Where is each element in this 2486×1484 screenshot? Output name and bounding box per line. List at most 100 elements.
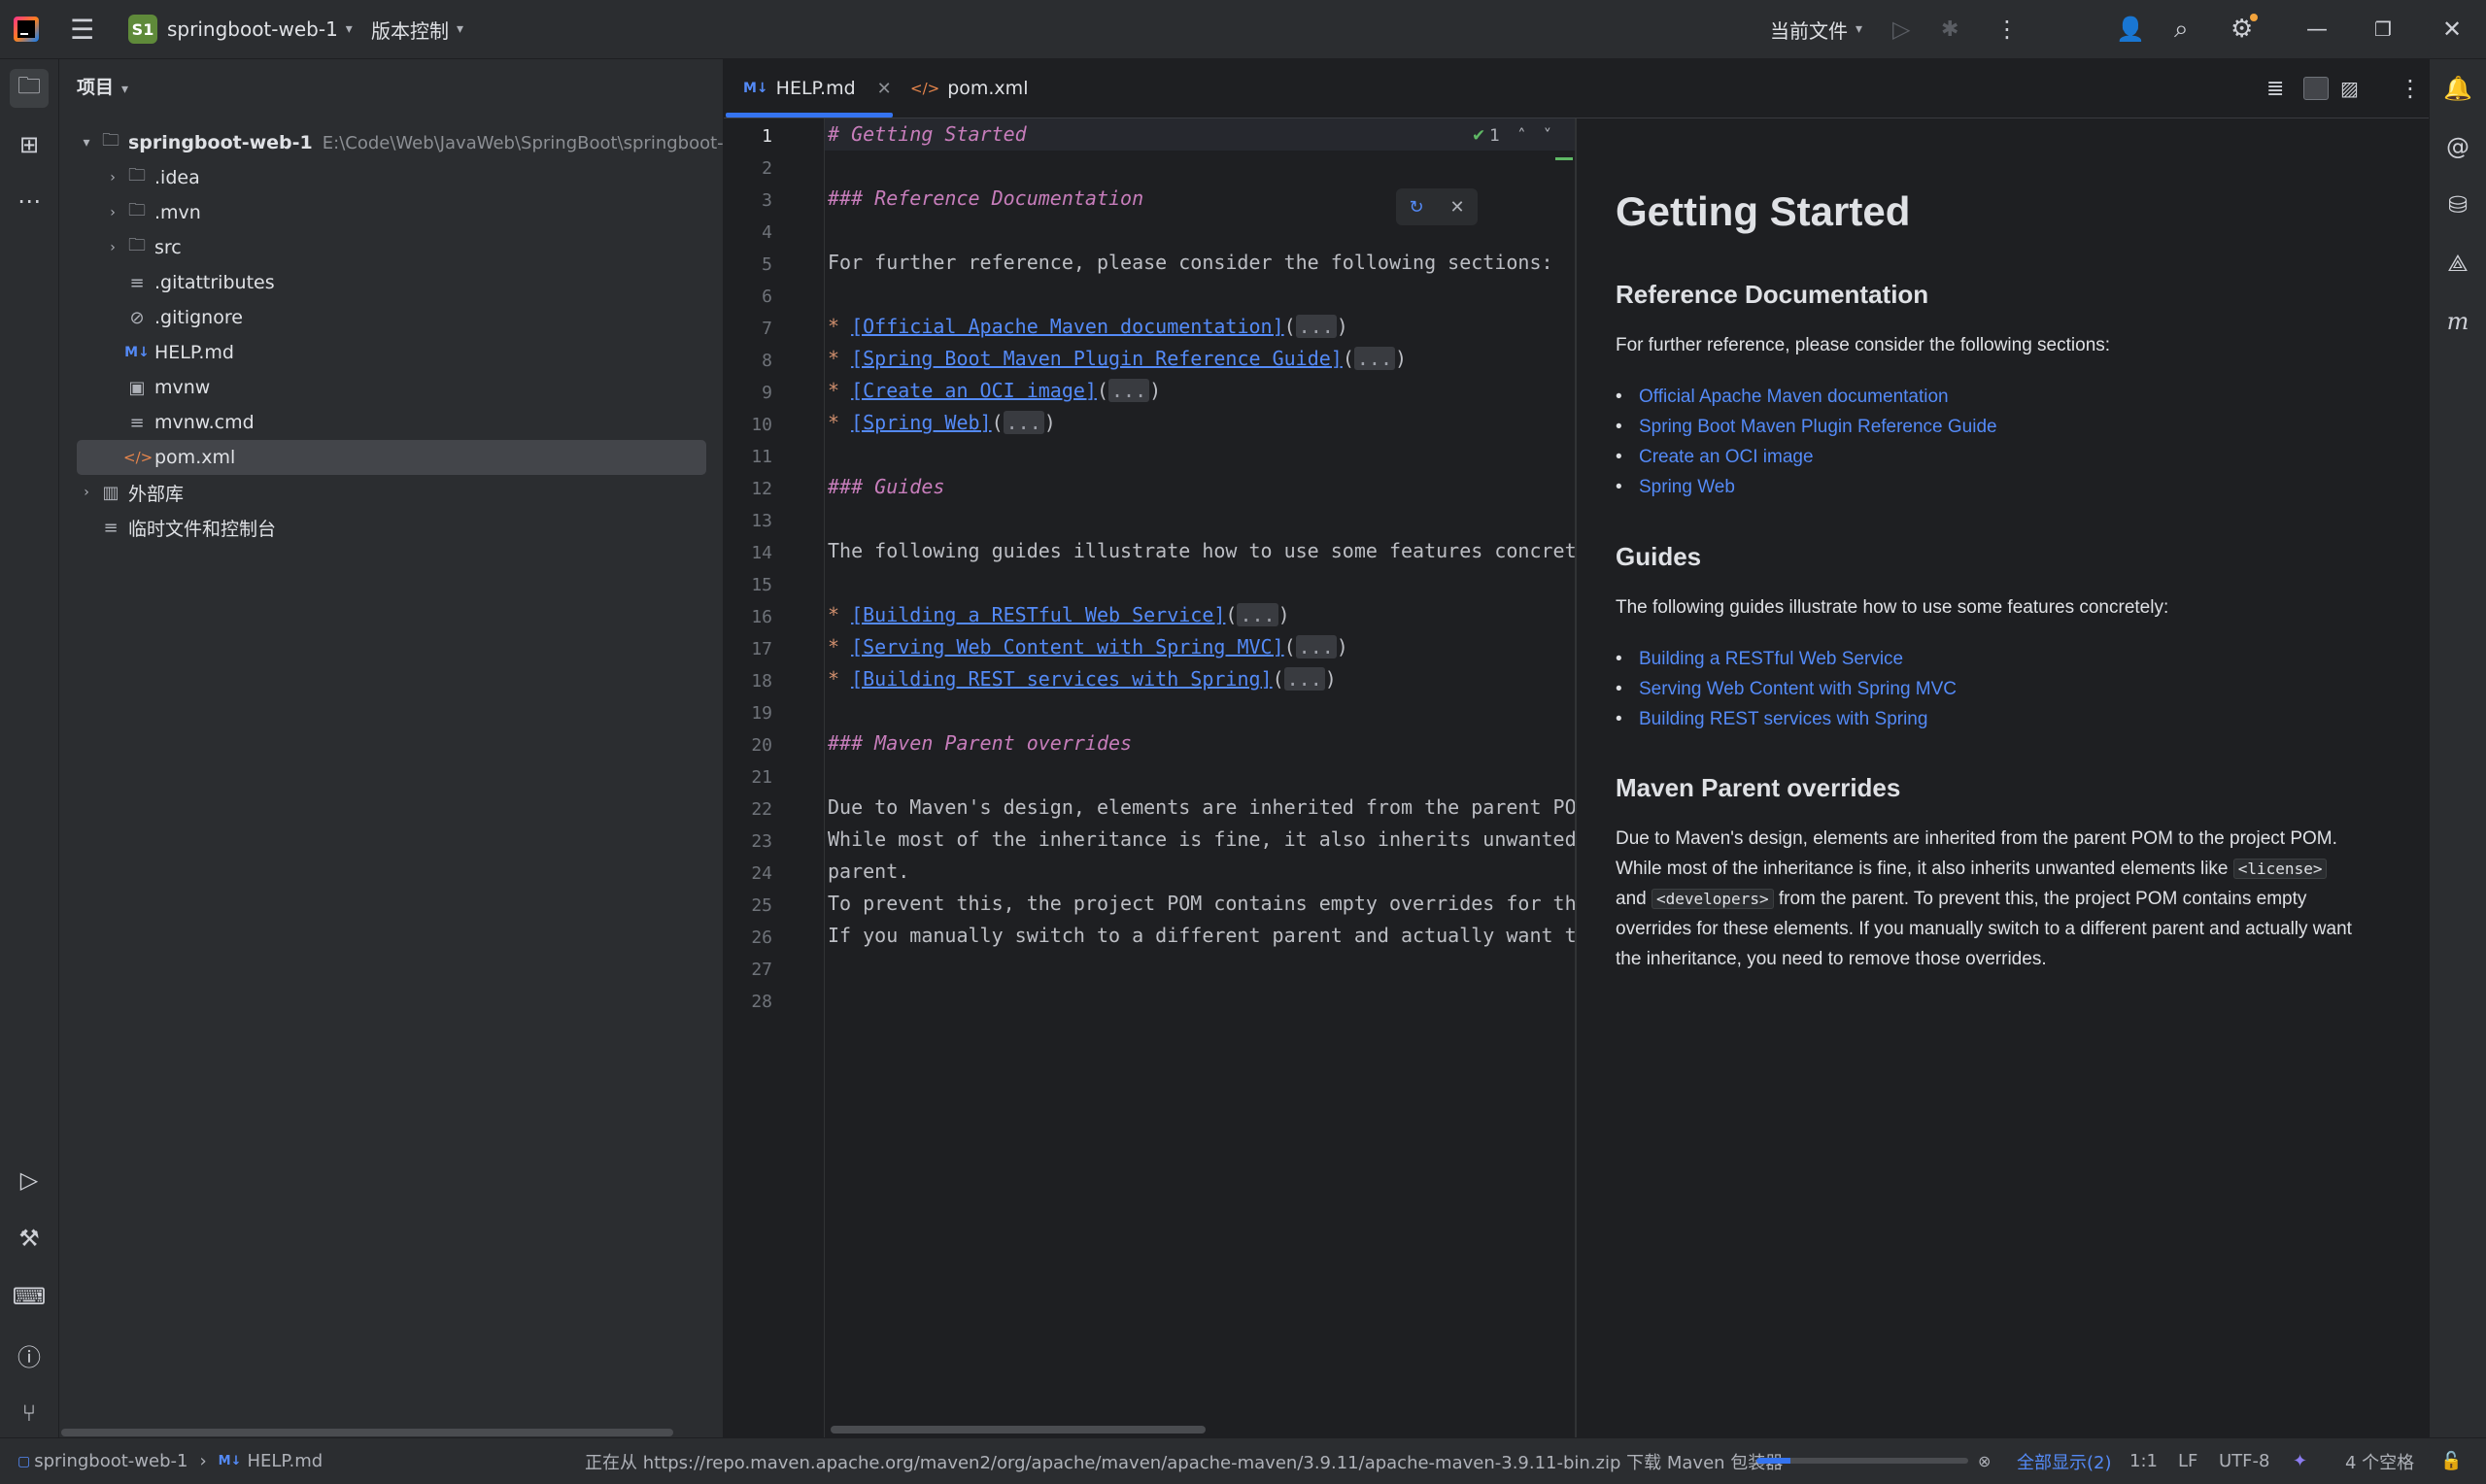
markdown-preview: Getting Started Reference Documentation … (1577, 118, 2429, 1437)
breadcrumb[interactable]: ▢ springboot-web-1 › M↓ HELP.md (17, 1438, 323, 1484)
horizontal-scrollbar[interactable] (61, 1429, 673, 1436)
more-icon[interactable]: ⋮ (2399, 59, 2422, 118)
split-view-icon[interactable] (2303, 59, 2329, 118)
close-tab-icon[interactable]: ✕ (877, 79, 892, 99)
minimize-icon[interactable]: — (2306, 0, 2328, 58)
structure-icon[interactable]: ⊞ (10, 125, 49, 164)
run-config-selector[interactable]: 当前文件 ▾ (1770, 0, 1862, 58)
project-switcher[interactable]: S1 springboot-web-1 ▾ (128, 0, 353, 58)
notifications-bell-icon[interactable]: 🔔 (2438, 69, 2477, 108)
editor-tab-bar: M↓ HELP.md ✕ </> pom.xml ≣ ▨ ⋮ (724, 59, 2429, 118)
chevron-right-icon: › (199, 1451, 207, 1471)
tab-pom-xml[interactable]: </> pom.xml (910, 59, 1028, 118)
project-tool-folder-icon[interactable]: 🗀 (10, 69, 49, 108)
ai-assistant-icon[interactable]: @ (2438, 127, 2477, 166)
preview-link[interactable]: Spring Boot Maven Plugin Reference Guide (1616, 417, 1997, 438)
more-icon[interactable]: ⋮ (1995, 0, 2019, 58)
preview-link[interactable]: Create an OCI image (1616, 447, 1813, 468)
markdown-icon: M↓ (743, 81, 768, 96)
tree-item-idea[interactable]: › 🗀 .idea (102, 160, 200, 195)
preview-link[interactable]: Building REST services with Spring (1616, 709, 1927, 730)
background-task-text[interactable]: 正在从 https://repo.maven.apache.org/maven2… (585, 1438, 1783, 1484)
app-logo-icon[interactable] (14, 0, 39, 58)
tab-help-md[interactable]: M↓ HELP.md ✕ (743, 59, 892, 118)
code-line-26: If you manually switch to a different pa… (828, 924, 1575, 947)
tree-item-gitattributes[interactable]: ≡ .gitattributes (123, 265, 274, 300)
chevron-right-icon[interactable]: › (102, 170, 123, 186)
preview-link[interactable]: Official Apache Maven documentation (1616, 387, 1949, 408)
tree-item-src[interactable]: › 🗀 src (102, 230, 182, 265)
line-number: 24 (751, 863, 772, 884)
tree-root[interactable]: ▾ 🗀 springboot-web-1 E:\Code\Web\JavaWeb… (76, 125, 748, 160)
line-number: 21 (751, 767, 772, 788)
tree-item-external-libs[interactable]: › ▥ 外部库 (76, 475, 184, 510)
code-line-12: ### Guides (828, 475, 945, 498)
line-number: 11 (751, 447, 772, 467)
line-separator[interactable]: LF (2178, 1438, 2197, 1484)
tree-item-pom-xml[interactable]: </> pom.xml (123, 440, 235, 475)
preview-heading-reference: Reference Documentation (1616, 280, 1929, 309)
chevron-up-icon[interactable]: ˄ (1517, 126, 1526, 146)
caret-position[interactable]: 1:1 (2129, 1438, 2158, 1484)
xml-icon: </> (910, 80, 940, 97)
code-line-8: * [Spring Boot Maven Plugin Reference Gu… (828, 347, 1408, 370)
debug-icon[interactable]: ✱ (1941, 0, 1958, 58)
more-tools-icon[interactable]: ⋯ (10, 182, 49, 220)
kotlin-icon[interactable]: ⟁ (2438, 244, 2477, 283)
project-panel-title[interactable]: 项目 ▾ (77, 73, 128, 99)
chevron-down-icon[interactable]: ▾ (76, 135, 97, 151)
settings-icon[interactable]: ⚙ (2231, 0, 2258, 58)
tree-item-mvnw[interactable]: ▣ mvnw (123, 370, 210, 405)
reload-preview-icon[interactable]: ↻ (1409, 197, 1423, 218)
shell-icon: ▣ (128, 377, 146, 398)
cancel-task-icon[interactable]: ⊗ (1978, 1438, 1991, 1484)
hamburger-menu-icon[interactable]: ☰ (70, 0, 94, 58)
show-all-tasks-link[interactable]: 全部显示(2) (2017, 1438, 2112, 1484)
add-user-icon[interactable]: 👤 (2116, 0, 2145, 58)
markdown-icon: M↓ (218, 1454, 242, 1468)
horizontal-scrollbar[interactable] (831, 1426, 1206, 1433)
run-icon[interactable]: ▷ (1892, 0, 1910, 58)
search-icon[interactable]: ⌕ (2174, 0, 2189, 58)
chevron-right-icon[interactable]: › (76, 485, 97, 500)
vcs-menu[interactable]: 版本控制 ▾ (371, 0, 463, 58)
tree-item-mvnw-cmd[interactable]: ≡ mvnw.cmd (123, 405, 254, 440)
left-tool-bar: 🗀 ⊞ ⋯ ▷ ⚒ ⌨ ⓘ ⑂ (0, 59, 59, 1437)
chevron-right-icon[interactable]: › (102, 240, 123, 255)
chevron-down-icon: ▾ (345, 21, 353, 37)
services-icon[interactable]: ▷ (10, 1161, 49, 1199)
preview-link[interactable]: Spring Web (1616, 477, 1735, 498)
markdown-source-editor[interactable]: # Getting Started ### Reference Document… (825, 118, 1575, 1437)
indent-setting[interactable]: 4 个空格 (2345, 1438, 2414, 1484)
close-icon[interactable]: ✕ (2442, 0, 2462, 58)
module-icon: ▢ (17, 1453, 31, 1469)
build-icon[interactable]: ⚒ (10, 1219, 49, 1258)
database-icon[interactable]: ⛁ (2438, 186, 2477, 224)
preview-paragraph: The following guides illustrate how to u… (1616, 597, 2169, 618)
preview-heading-guides: Guides (1616, 542, 1702, 571)
editor-only-icon[interactable]: ≣ (2266, 59, 2284, 118)
tree-item-gitignore[interactable]: ⊘ .gitignore (123, 300, 242, 335)
read-only-lock-icon[interactable]: 🔓 (2440, 1438, 2462, 1484)
preview-link[interactable]: Serving Web Content with Spring MVC (1616, 679, 1957, 700)
restore-icon[interactable]: ❐ (2374, 0, 2392, 58)
tree-item-mvn[interactable]: › 🗀 .mvn (102, 195, 201, 230)
chevron-right-icon[interactable]: › (102, 205, 123, 220)
file-encoding[interactable]: UTF-8 (2219, 1438, 2269, 1484)
git-icon[interactable]: ⑂ (10, 1394, 49, 1433)
tree-item-help-md[interactable]: M↓ HELP.md (123, 335, 234, 370)
tree-item-scratches[interactable]: ≡ 临时文件和控制台 (97, 510, 276, 545)
preview-h1: Getting Started (1616, 188, 1911, 234)
maven-icon[interactable]: m (2438, 302, 2477, 341)
preview-only-icon[interactable]: ▨ (2340, 59, 2359, 118)
close-icon[interactable]: ✕ (1449, 197, 1464, 218)
inspection-widget[interactable]: ✔ 1 ˄ ˅ (1472, 126, 1551, 146)
code-line-5: For further reference, please consider t… (828, 251, 1553, 274)
code-line-23: While most of the inheritance is fine, i… (828, 827, 1575, 851)
scratch-icon: ≡ (103, 517, 119, 538)
preview-link[interactable]: Building a RESTful Web Service (1616, 649, 1903, 670)
chevron-down-icon[interactable]: ˅ (1544, 126, 1552, 146)
ai-status-icon[interactable]: ✦ (2293, 1438, 2307, 1484)
problems-icon[interactable]: ⓘ (10, 1335, 49, 1374)
terminal-icon[interactable]: ⌨ (10, 1277, 49, 1316)
